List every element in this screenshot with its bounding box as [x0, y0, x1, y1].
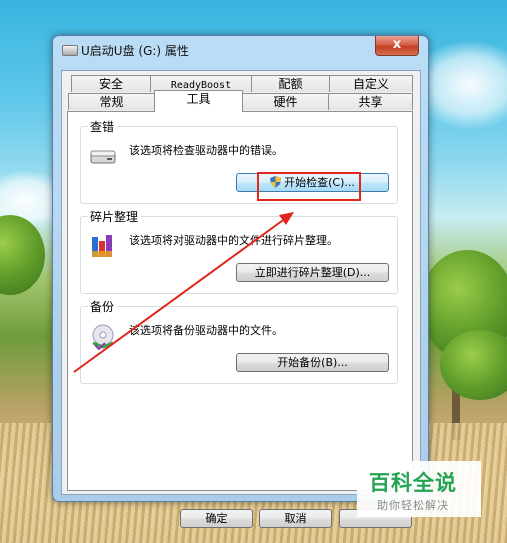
- start-backup-button[interactable]: 开始备份(B)...: [236, 353, 389, 372]
- window-title: U启动U盘 (G:) 属性: [81, 44, 189, 58]
- tab-customize[interactable]: 自定义: [329, 75, 413, 92]
- highlight-box: [257, 172, 361, 201]
- group-description: 该选项将检查驱动器中的错误。: [129, 144, 283, 157]
- group-title: 备份: [88, 298, 118, 315]
- group-title: 碎片整理: [88, 208, 142, 225]
- tools-tab-panel: 查错 该选项将检查驱动器中的错误。 开始检查(C)... 碎片整理 该选项将对驱…: [67, 111, 413, 491]
- ok-button[interactable]: 确定: [180, 509, 253, 528]
- tab-sharing[interactable]: 共享: [328, 93, 413, 110]
- group-title: 查错: [88, 118, 118, 135]
- tab-quota[interactable]: 配额: [251, 75, 330, 92]
- drive-icon: [62, 45, 78, 56]
- defragmentation-group: 碎片整理 该选项将对驱动器中的文件进行碎片整理。 立即进行碎片整理(D)...: [80, 208, 398, 294]
- watermark-subtitle: 助你轻松解决: [377, 499, 449, 512]
- watermark-title: 百科全说: [369, 471, 457, 495]
- defrag-icon: [92, 235, 112, 257]
- backup-icon: [92, 324, 114, 351]
- start-backup-label: 开始备份(B)...: [277, 356, 348, 369]
- tab-general[interactable]: 常规: [68, 93, 155, 110]
- dialog-client-area: 安全 ReadyBoost 配额 自定义 常规 工具 硬件 共享 查错 该选项将…: [61, 70, 421, 528]
- hard-drive-icon: [90, 150, 116, 164]
- close-button[interactable]: x: [375, 36, 419, 56]
- tree: [440, 330, 507, 400]
- defragment-now-button[interactable]: 立即进行碎片整理(D)...: [236, 263, 389, 282]
- properties-window: U启动U盘 (G:) 属性 x 安全 ReadyBoost 配额 自定义 常规 …: [52, 35, 429, 528]
- watermark-badge: 百科全说 助你轻松解决: [357, 461, 481, 517]
- group-description: 该选项将备份驱动器中的文件。: [129, 324, 283, 337]
- group-description: 该选项将对驱动器中的文件进行碎片整理。: [129, 234, 338, 247]
- cancel-button[interactable]: 取消: [259, 509, 332, 528]
- tab-hardware[interactable]: 硬件: [242, 93, 329, 110]
- title-bar[interactable]: U启动U盘 (G:) 属性 x: [53, 36, 428, 64]
- tab-tools[interactable]: 工具: [154, 90, 243, 112]
- backup-group: 备份 该选项将备份驱动器中的文件。 开始备份(B)...: [80, 298, 398, 384]
- defragment-now-label: 立即进行碎片整理(D)...: [254, 266, 371, 279]
- tab-security[interactable]: 安全: [71, 75, 151, 92]
